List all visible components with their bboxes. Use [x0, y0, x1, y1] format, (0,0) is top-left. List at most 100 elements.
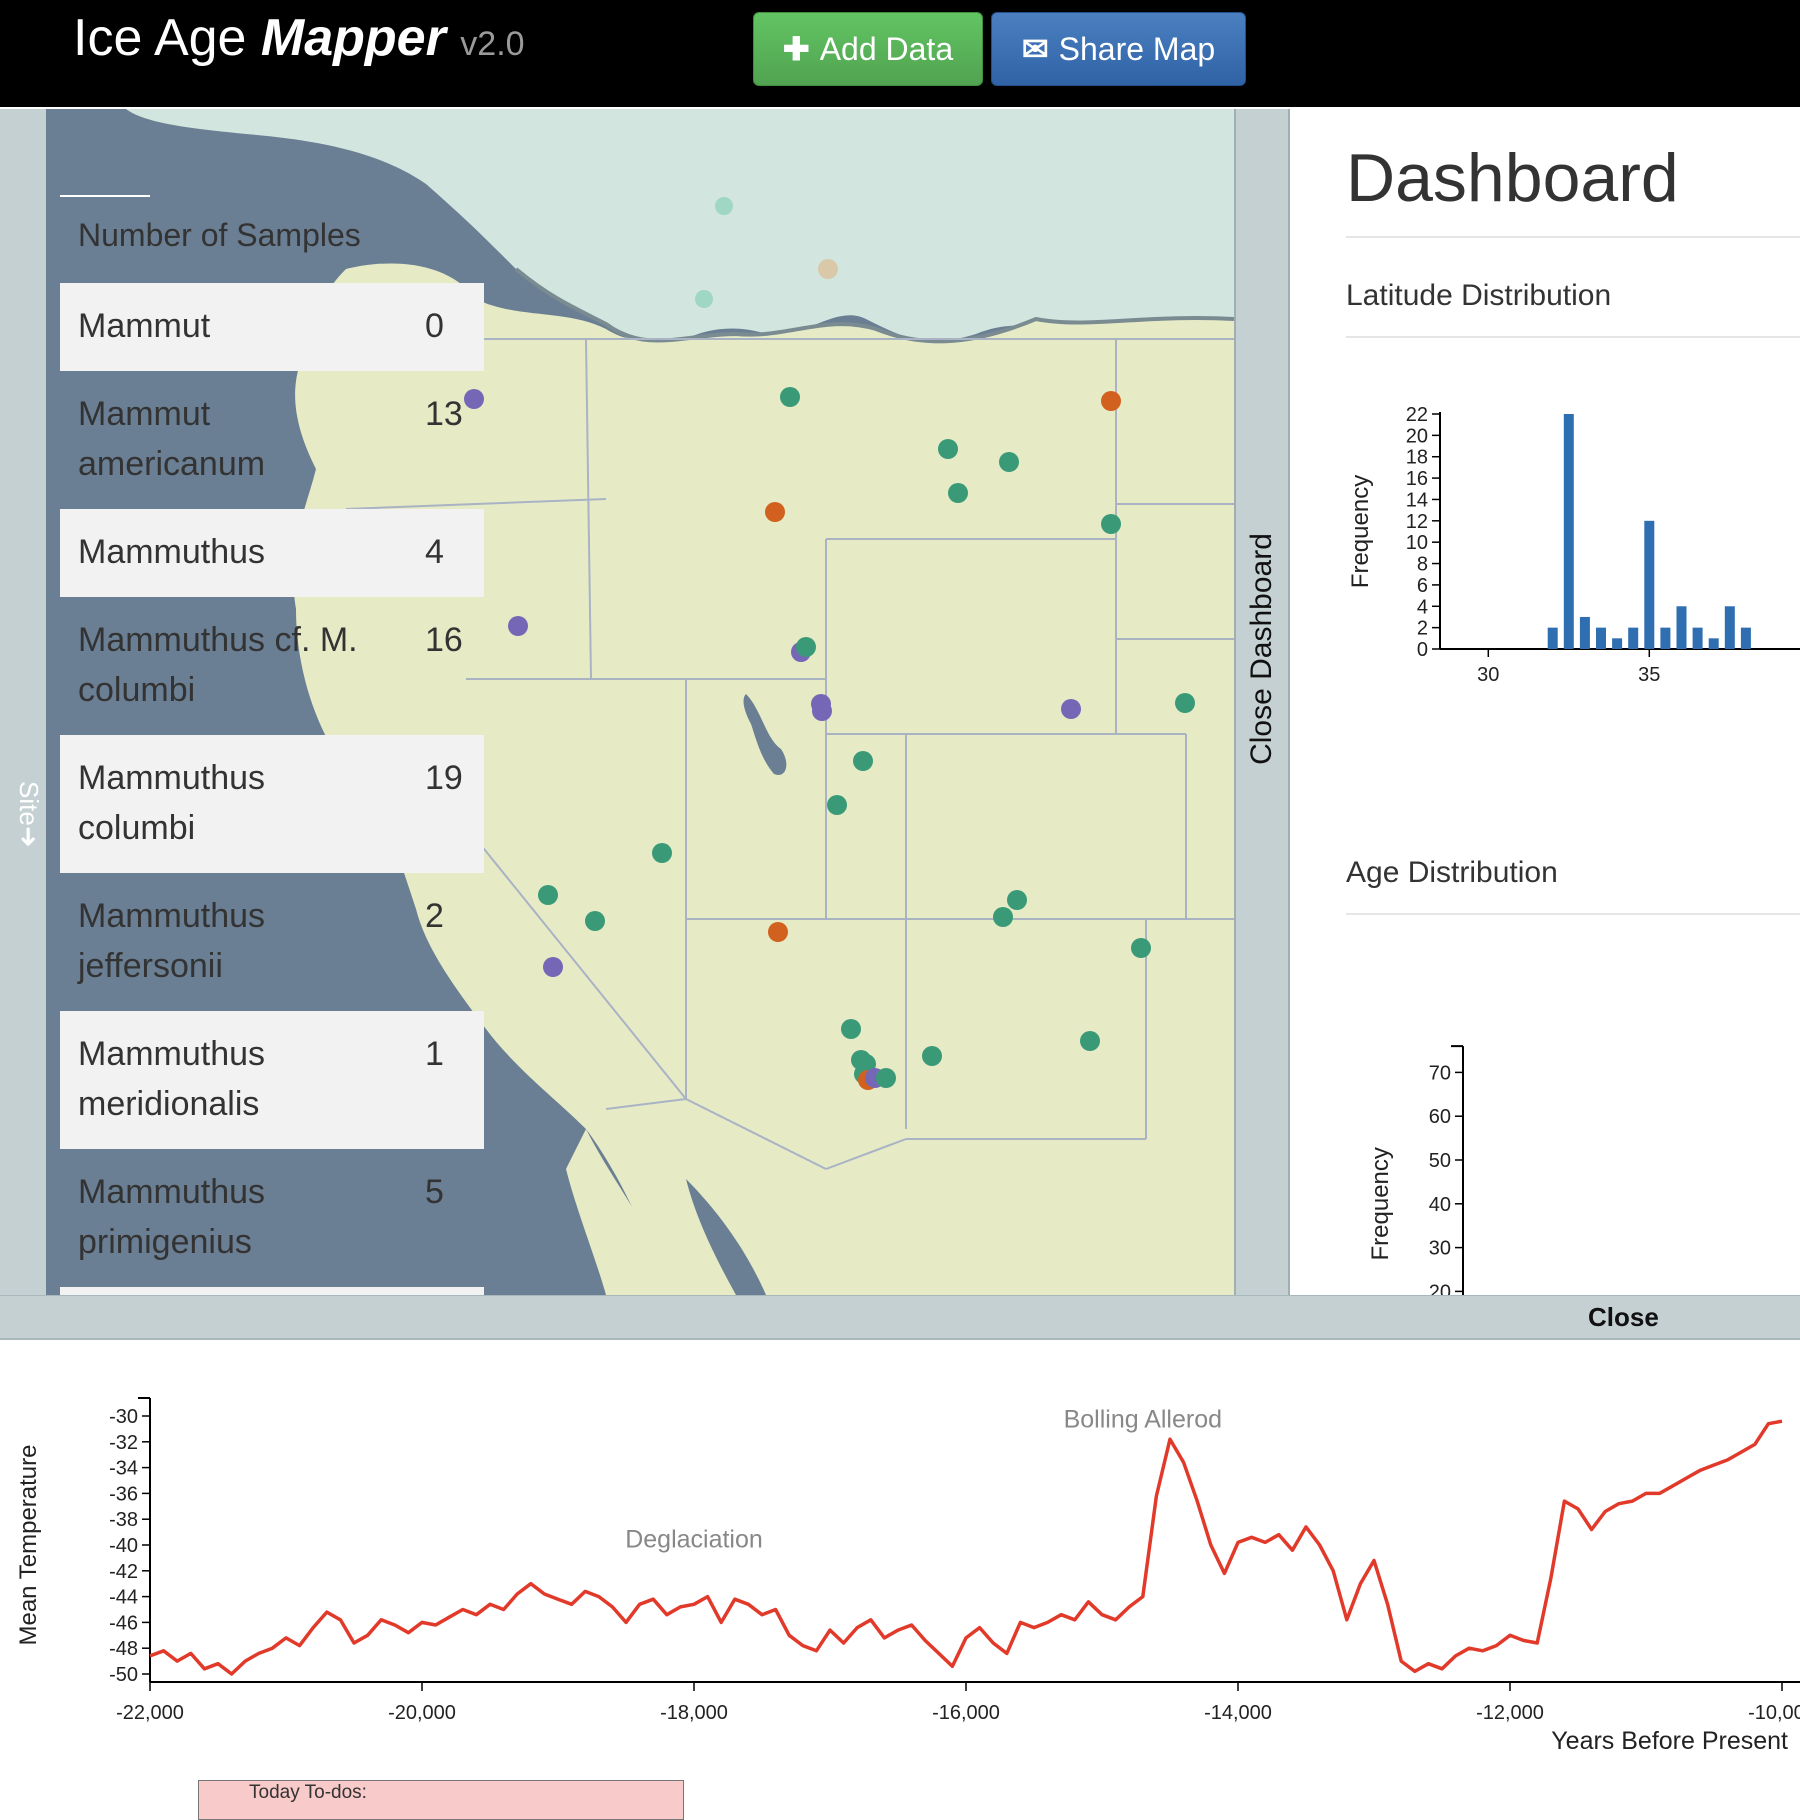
- legend-item-count: 16: [425, 621, 463, 659]
- site-marker: [538, 885, 558, 905]
- close-button[interactable]: Close: [1588, 1302, 1659, 1333]
- share-map-button[interactable]: ✉ Share Map: [991, 12, 1246, 86]
- site-marker: [780, 387, 800, 407]
- legend-item-mammuthus[interactable]: Mammuthus 4: [60, 509, 484, 597]
- legend-item-count: 5: [425, 1173, 444, 1211]
- y-tick-label: -38: [109, 1509, 138, 1531]
- close-dashboard-tab[interactable]: Close Dashboard: [1236, 409, 1288, 889]
- y-axis-title: Frequency: [1367, 1147, 1394, 1260]
- section-divider: [1346, 336, 1800, 338]
- site-marker: [876, 1068, 896, 1088]
- latitude-histogram: 0246810121416182022 30 35 Frequency: [1347, 404, 1800, 686]
- histogram-bar: [1563, 414, 1574, 649]
- y-tick-label: -34: [109, 1458, 138, 1480]
- legend-item-mammuthus-cf-columbi[interactable]: Mammuthus cf. M. columbi 16: [60, 597, 484, 735]
- share-map-label: Share Map: [1058, 30, 1216, 67]
- histogram-bar: [1708, 638, 1719, 649]
- todo-label: Today To-dos:: [249, 1782, 367, 1803]
- legend-item-mammuthus-meridionalis[interactable]: Mammuthus meridionalis 1: [60, 1011, 484, 1149]
- x-tick-label: -14,000: [1204, 1702, 1272, 1724]
- version-label: v2.0: [460, 25, 525, 63]
- site-marker: [543, 957, 563, 977]
- site-marker: [818, 259, 838, 279]
- site-marker: [1175, 693, 1195, 713]
- histogram-bar: [1579, 616, 1590, 649]
- close-dashboard-toggle[interactable]: Close Dashboard: [1234, 109, 1290, 1295]
- temperature-line: [149, 1419, 1783, 1676]
- chart-annotation: Deglaciation: [625, 1526, 763, 1554]
- y-tick-label: 6: [1417, 575, 1428, 597]
- y-tick-label: 14: [1406, 489, 1428, 511]
- plus-icon: ✚: [782, 31, 810, 67]
- age-distribution-title: Age Distribution: [1346, 856, 1558, 889]
- y-tick-label: 8: [1417, 554, 1428, 576]
- legend-item-name: Mammuthus cf. M. columbi: [78, 621, 358, 709]
- site-marker: [948, 483, 968, 503]
- site-panel-toggle[interactable]: Site➜: [0, 109, 47, 1295]
- site-tab[interactable]: Site➜: [4, 769, 44, 859]
- y-tick-label: -36: [109, 1483, 138, 1505]
- y-tick-label: 0: [1417, 639, 1428, 661]
- y-axis-title: Mean Temperature: [15, 1445, 42, 1646]
- y-tick-label: 12: [1406, 511, 1428, 533]
- site-marker: [695, 290, 713, 308]
- y-tick-label: -32: [109, 1432, 138, 1454]
- close-dashboard-label: Close Dashboard: [1245, 533, 1279, 765]
- site-label: Site: [14, 780, 44, 826]
- site-marker: [1007, 890, 1027, 910]
- site-marker: [827, 795, 847, 815]
- y-tick-label: -30: [109, 1406, 138, 1428]
- legend-item-mammut-americanum[interactable]: Mammut americanum 13: [60, 371, 484, 509]
- y-tick-label: 70: [1429, 1062, 1451, 1084]
- legend-item-count: 4: [425, 533, 444, 571]
- x-tick-label: -18,000: [660, 1702, 728, 1724]
- dashboard-panel: Dashboard Latitude Distribution 0 2 4 6 8 10 1…: [1290, 109, 1800, 1295]
- legend-item-mammut[interactable]: Mammut 0: [60, 283, 484, 371]
- brand-text: Ice Age: [73, 9, 247, 67]
- todo-note[interactable]: Today To-dos:: [198, 1780, 684, 1820]
- y-tick-label: 22: [1406, 404, 1428, 426]
- site-marker: [768, 922, 788, 942]
- add-data-button[interactable]: ✚ Add Data: [753, 12, 983, 86]
- y-tick-label: 40: [1429, 1194, 1451, 1216]
- site-marker: [938, 439, 958, 459]
- site-marker: [1080, 1031, 1100, 1051]
- site-marker: [1061, 699, 1081, 719]
- dashboard-title: Dashboard: [1346, 140, 1679, 216]
- app-brand[interactable]: Ice Age Mapper v2.0: [73, 8, 525, 68]
- histogram-bar: [1628, 627, 1639, 649]
- legend-item-mammuthus-jeffersonii[interactable]: Mammuthus jeffersonii 2: [60, 873, 484, 1011]
- temperature-chart: -50 -48 -46 -44 -42 -40 -38 -36 -34 -32 -30 -22,000…: [15, 1397, 1800, 1750]
- legend-item-mammuthus-primigenius[interactable]: Mammuthus primigenius 5: [60, 1149, 484, 1287]
- chart-annotation: Bolling Allerod: [1064, 1406, 1222, 1434]
- x-tick-label: -10,000: [1748, 1702, 1800, 1724]
- latitude-distribution-title: Latitude Distribution: [1346, 279, 1612, 312]
- legend-item-count: 2: [425, 897, 444, 935]
- y-tick-label: 20: [1406, 425, 1428, 447]
- legend-item-name: Mammuthus meridionalis: [78, 1035, 266, 1123]
- site-marker: [841, 1019, 861, 1039]
- x-tick-label: 30: [1477, 664, 1499, 686]
- site-marker: [652, 843, 672, 863]
- legend-item-name: Mammut americanum: [78, 395, 266, 483]
- site-marker: [765, 502, 785, 522]
- y-tick-label: 16: [1406, 468, 1428, 490]
- site-marker: [993, 907, 1013, 927]
- site-marker: [585, 911, 605, 931]
- x-tick-label: -12,000: [1476, 1702, 1544, 1724]
- y-tick-label: -40: [109, 1535, 138, 1557]
- close-bar[interactable]: Close: [0, 1295, 1800, 1340]
- histogram-bar: [1596, 627, 1606, 649]
- legend-item-count: 1: [425, 1035, 444, 1073]
- legend-item-mammuthus-columbi[interactable]: Mammuthus columbi 19: [60, 735, 484, 873]
- envelope-icon: ✉: [1021, 31, 1049, 67]
- title-divider: [1346, 236, 1800, 238]
- brand-text-bold: Mapper: [260, 9, 446, 67]
- arrow-icon: ➜: [14, 825, 44, 848]
- section-divider: [1346, 913, 1800, 915]
- y-tick-label: -42: [109, 1561, 138, 1583]
- legend-divider: [60, 195, 150, 197]
- legend-item-count: 13: [425, 395, 463, 433]
- site-marker: [999, 452, 1019, 472]
- legend-item-count: 0: [425, 307, 444, 345]
